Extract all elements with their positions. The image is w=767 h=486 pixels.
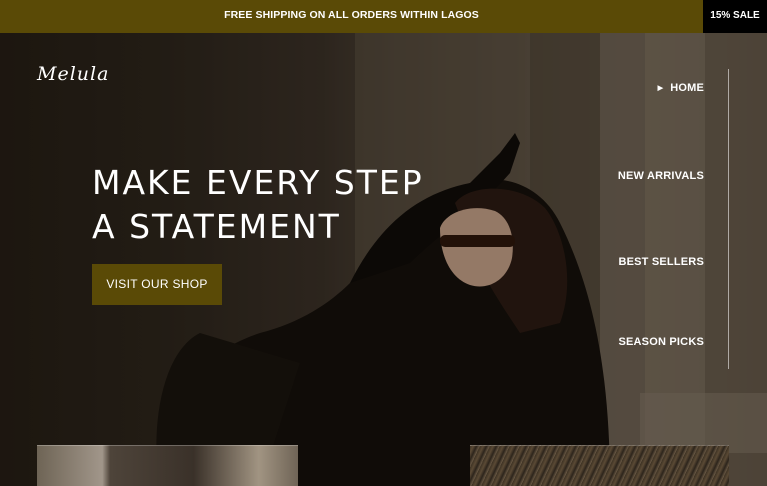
brand-logo[interactable]: Melula (37, 63, 109, 85)
nav-item-home[interactable]: ▶ HOME (658, 82, 704, 94)
nav-item-home-label: HOME (670, 82, 704, 94)
nav-item-best-sellers[interactable]: BEST SELLERS (618, 256, 704, 268)
hero-headline-line-2: A STATEMENT (92, 207, 341, 246)
hero-headline: MAKE EVERY STEP A STATEMENT (92, 161, 424, 249)
visit-shop-button[interactable]: VISIT OUR SHOP (92, 264, 222, 305)
nav-item-season-picks[interactable]: SEASON PICKS (618, 336, 704, 348)
product-thumbnail[interactable] (470, 445, 729, 486)
nav-item-new-arrivals[interactable]: NEW ARRIVALS (618, 170, 704, 182)
hero-headline-line-1: MAKE EVERY STEP (92, 163, 424, 202)
announcement-bar: FREE SHIPPING ON ALL ORDERS WITHIN LAGOS… (0, 0, 767, 33)
caret-right-icon: ▶ (657, 85, 664, 92)
side-navigation: ▶ HOME NEW ARRIVALS BEST SELLERS SEASON P… (600, 33, 730, 486)
product-thumbnail[interactable] (37, 445, 298, 486)
hero-section: Melula MAKE EVERY STEP A STATEMENT VISIT… (0, 33, 767, 486)
announcement-message: FREE SHIPPING ON ALL ORDERS WITHIN LAGOS (224, 9, 479, 21)
nav-divider (728, 69, 729, 369)
sale-badge[interactable]: 15% SALE (703, 0, 767, 33)
